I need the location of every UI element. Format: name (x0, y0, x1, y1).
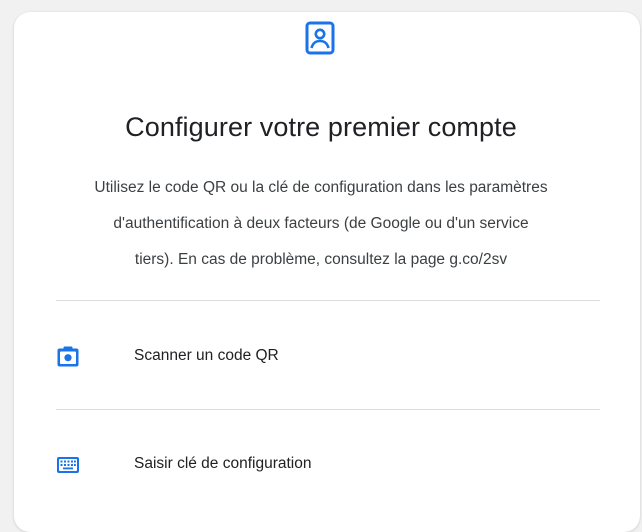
camera-icon (57, 346, 79, 367)
option-label: Scanner un code QR (134, 347, 279, 364)
instructions-line: d'authentification à deux facteurs (de G… (113, 215, 529, 232)
instructions-line: Utilisez le code QR ou la clé de configu… (94, 179, 548, 196)
keyboard-icon (57, 457, 79, 473)
instructions-text: Utilisez le code QR ou la clé de configu… (50, 170, 592, 278)
account-box-icon (305, 21, 335, 55)
option-label: Saisir clé de configuration (134, 455, 312, 472)
page-title: Configurer votre premier compte (125, 112, 517, 142)
divider (56, 300, 600, 301)
divider (56, 409, 600, 410)
instructions-line: tiers). En cas de problème, consultez la… (134, 251, 508, 268)
enter-setup-key-option[interactable]: Saisir clé de configuration (40, 435, 610, 495)
scan-qr-code-option[interactable]: Scanner un code QR (40, 327, 610, 387)
